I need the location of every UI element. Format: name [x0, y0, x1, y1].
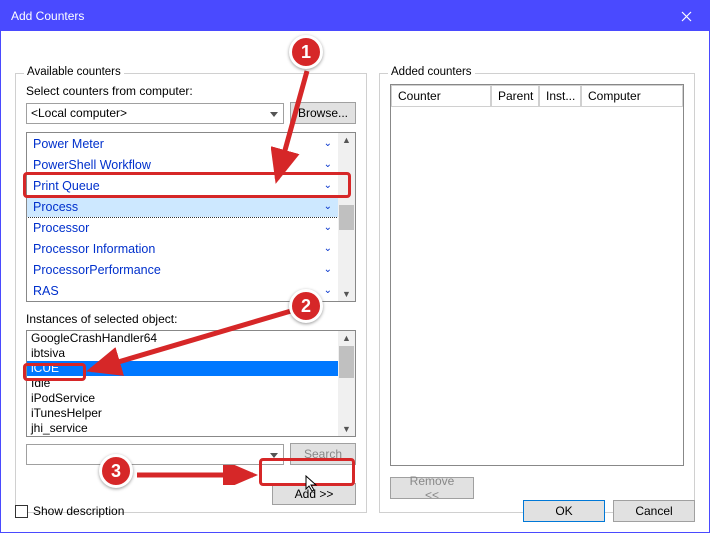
table-header-row: Counter Parent Inst... Computer	[391, 85, 683, 107]
search-button[interactable]: Search	[290, 443, 356, 465]
chevron-down-icon[interactable]: ⌄	[324, 285, 332, 296]
instances-list[interactable]: GoogleCrashHandler64ibtsivaiCUEIdleiPodS…	[26, 330, 356, 437]
counter-item-processor[interactable]: Processor ⌄	[27, 217, 338, 238]
chevron-down-icon[interactable]: ⌄	[324, 264, 332, 275]
scroll-thumb[interactable]	[339, 346, 354, 378]
chevron-down-icon[interactable]: ⌄	[324, 138, 332, 149]
scroll-thumb[interactable]	[339, 205, 354, 230]
annotation-marker-1: 1	[289, 35, 323, 69]
checkbox-box[interactable]	[15, 505, 28, 518]
added-counters-group: Added counters Counter Parent Inst... Co…	[379, 73, 695, 513]
remove-button[interactable]: Remove <<	[390, 477, 474, 499]
browse-button[interactable]: Browse...	[290, 102, 356, 124]
instance-item-ituneshelper[interactable]: iTunesHelper	[27, 406, 338, 421]
chevron-down-icon[interactable]: ⌄	[324, 243, 332, 254]
instance-item-googlecrashhandler64[interactable]: GoogleCrashHandler64	[27, 331, 338, 346]
counter-list-scrollbar[interactable]: ▲ ▼	[338, 133, 355, 301]
annotation-marker-3: 3	[99, 454, 133, 488]
select-computer-label: Select counters from computer:	[26, 84, 356, 98]
chevron-down-icon[interactable]: ⌄	[324, 180, 332, 191]
counter-item-process[interactable]: Process ⌄	[27, 196, 338, 217]
window-title: Add Counters	[11, 9, 84, 23]
instance-item-icue[interactable]: iCUE	[27, 361, 338, 376]
added-legend: Added counters	[388, 66, 475, 78]
counter-item-processor-information[interactable]: Processor Information ⌄	[27, 238, 338, 259]
cancel-button[interactable]: Cancel	[613, 500, 695, 522]
close-button[interactable]	[664, 1, 709, 31]
computer-combo[interactable]: <Local computer>	[26, 103, 284, 124]
instance-search-combo[interactable]	[26, 444, 284, 465]
chevron-down-icon[interactable]: ⌄	[324, 159, 332, 170]
counter-item-powershell-workflow[interactable]: PowerShell Workflow ⌄	[27, 154, 338, 175]
col-computer[interactable]: Computer	[581, 85, 683, 107]
added-counters-table[interactable]: Counter Parent Inst... Computer	[390, 84, 684, 466]
col-counter[interactable]: Counter	[391, 85, 491, 107]
computer-value: <Local computer>	[31, 106, 127, 120]
counter-item-label: Power Meter	[33, 137, 104, 151]
instance-item-jhi_service[interactable]: jhi_service	[27, 421, 338, 436]
scroll-down-icon[interactable]: ▼	[342, 422, 351, 436]
counter-item-label: RAS	[33, 284, 59, 298]
dialog-footer: Show description OK Cancel	[15, 500, 695, 522]
scroll-down-icon[interactable]: ▼	[342, 287, 351, 301]
available-legend: Available counters	[24, 66, 124, 78]
show-description-checkbox[interactable]: Show description	[15, 504, 124, 518]
counter-item-print-queue[interactable]: Print Queue ⌄	[27, 175, 338, 196]
annotation-marker-2: 2	[289, 289, 323, 323]
counter-item-label: Processor Information	[33, 242, 155, 256]
ok-button[interactable]: OK	[523, 500, 605, 522]
counter-item-label: Processor	[33, 221, 89, 235]
counter-item-label: PowerShell Workflow	[33, 158, 151, 172]
col-parent[interactable]: Parent	[491, 85, 539, 107]
instance-item-ibtsiva[interactable]: ibtsiva	[27, 346, 338, 361]
counter-item-label: Process	[33, 200, 78, 214]
counter-item-label: Print Queue	[33, 179, 100, 193]
counter-item-processorperformance[interactable]: ProcessorPerformance ⌄	[27, 259, 338, 280]
scroll-up-icon[interactable]: ▲	[342, 331, 351, 345]
col-inst[interactable]: Inst...	[539, 85, 581, 107]
scroll-up-icon[interactable]: ▲	[342, 133, 351, 147]
add-counters-dialog: Add Counters Available counters Select c…	[0, 0, 710, 533]
instance-item-ipodservice[interactable]: iPodService	[27, 391, 338, 406]
counter-categories-list[interactable]: Power Meter⌄PowerShell Workflow⌄Print Qu…	[26, 132, 356, 302]
instance-item-idle[interactable]: Idle	[27, 376, 338, 391]
counter-item-power-meter[interactable]: Power Meter ⌄	[27, 133, 338, 154]
titlebar: Add Counters	[1, 1, 709, 31]
chevron-down-icon[interactable]: ⌄	[324, 222, 332, 233]
show-description-label: Show description	[33, 504, 124, 518]
counter-item-label: ProcessorPerformance	[33, 263, 161, 277]
chevron-down-icon[interactable]: ⌄	[324, 201, 332, 212]
instance-list-scrollbar[interactable]: ▲ ▼	[338, 331, 355, 436]
